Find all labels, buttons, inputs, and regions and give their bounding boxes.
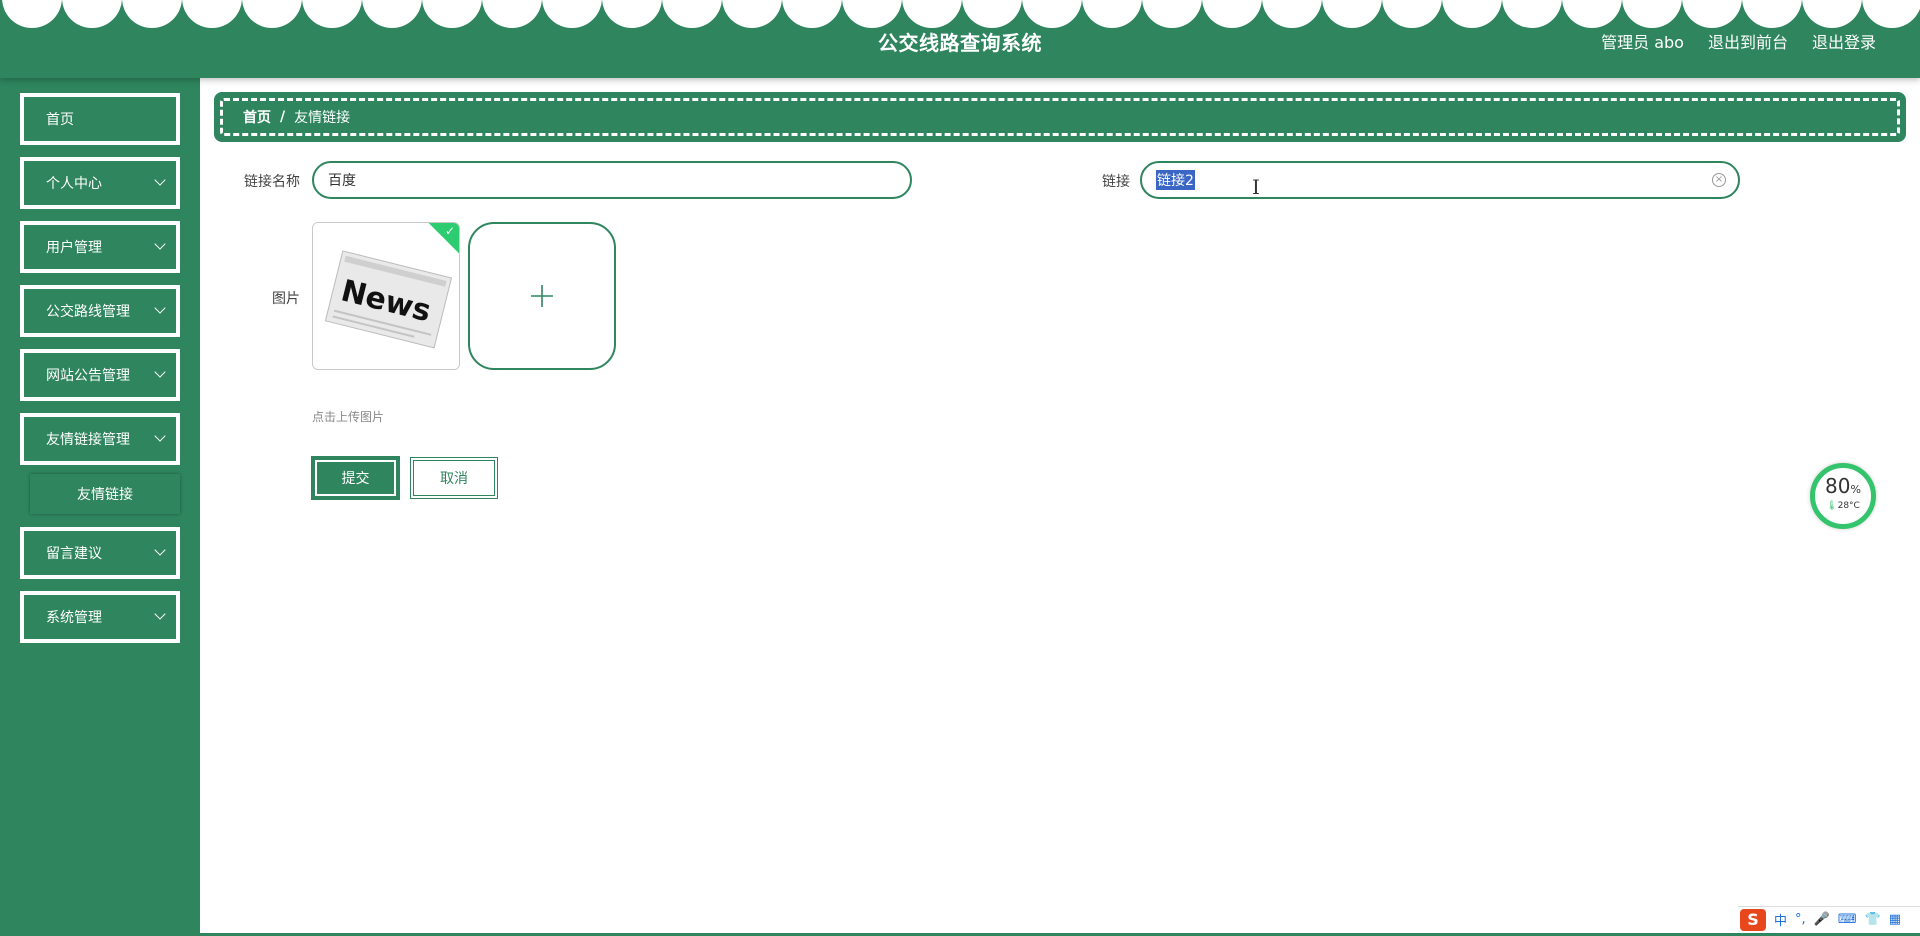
scallop-shape — [1142, 0, 1202, 28]
sidebar-item-announcement-management[interactable]: 网站公告管理 — [20, 349, 180, 401]
scallop-shape — [782, 0, 842, 28]
scallop-shape — [1382, 0, 1442, 28]
microphone-icon[interactable]: 🎤 — [1814, 912, 1830, 927]
scallop-shape — [302, 0, 362, 28]
breadcrumb-separator: / — [280, 109, 286, 125]
chevron-down-icon — [154, 302, 166, 314]
breadcrumb-current: 友情链接 — [294, 110, 351, 126]
scallop-shape — [1022, 0, 1082, 28]
news-image-icon: News — [313, 223, 459, 369]
skin-icon[interactable]: 👕 — [1865, 912, 1881, 927]
sidebar-subitem-friend-link[interactable]: 友情链接 — [30, 474, 180, 514]
scallop-shape — [2, 0, 62, 28]
sidebar-item-label: 友情链接管理 — [46, 432, 130, 448]
link-name-input[interactable]: 百度 — [312, 161, 912, 199]
breadcrumb-inner: 首页 / 友情链接 — [220, 98, 1900, 136]
scallop-shape — [182, 0, 242, 28]
scallop-shape — [1262, 0, 1322, 28]
image-upload-button[interactable] — [468, 222, 616, 370]
scallop-shape — [62, 0, 122, 28]
top-header: 公交线路查询系统 管理员 abo 退出到前台 退出登录 — [0, 0, 1920, 78]
upload-hint: 点击上传图片 — [312, 410, 385, 424]
gauge-percent: 80% — [1825, 474, 1861, 498]
scallop-shape — [962, 0, 1022, 28]
sidebar-item-label: 公交路线管理 — [46, 304, 130, 320]
scallop-shape — [1082, 0, 1142, 28]
plus-icon — [531, 285, 553, 307]
scallop-shape — [602, 0, 662, 28]
chevron-down-icon — [154, 608, 166, 620]
thermometer-icon: 🌡 — [1826, 501, 1838, 511]
admin-user-link[interactable]: 管理员 abo — [1601, 29, 1684, 53]
sidebar-item-user-management[interactable]: 用户管理 — [20, 221, 180, 273]
scallop-shape — [902, 0, 962, 28]
link-name-label: 链接名称 — [244, 174, 300, 190]
sidebar-item-feedback[interactable]: 留言建议 — [20, 527, 180, 579]
scallop-shape — [1322, 0, 1382, 28]
scallop-shape — [1682, 0, 1742, 28]
scallop-shape — [122, 0, 182, 28]
sidebar-item-label: 网站公告管理 — [46, 368, 130, 384]
chevron-down-icon — [154, 544, 166, 556]
logout-link[interactable]: 退出登录 — [1812, 29, 1876, 53]
submit-button[interactable]: 提交 — [312, 457, 399, 499]
clear-icon[interactable]: × — [1712, 173, 1726, 187]
sidebar-item-home[interactable]: 首页 — [20, 93, 180, 145]
exit-to-frontend-link[interactable]: 退出到前台 — [1708, 29, 1788, 53]
scallop-shape — [842, 0, 902, 28]
sidebar: 首页 个人中心 用户管理 公交路线管理 网站公告管理 友情链接管理 友情链接 留… — [0, 78, 200, 936]
scallop-shape — [362, 0, 422, 28]
header-scallop-decoration — [0, 0, 1920, 30]
scallop-shape — [482, 0, 542, 28]
sidebar-item-system-management[interactable]: 系统管理 — [20, 591, 180, 643]
sidebar-item-label: 系统管理 — [46, 610, 102, 626]
performance-gauge-widget[interactable]: 80% 🌡28°C — [1810, 463, 1876, 529]
sidebar-item-label: 首页 — [46, 112, 74, 128]
scallop-shape — [1202, 0, 1262, 28]
sidebar-item-friend-link-management[interactable]: 友情链接管理 — [20, 413, 180, 465]
link-url-input[interactable]: 链接2 × — [1140, 161, 1740, 199]
sidebar-item-label: 留言建议 — [46, 546, 102, 562]
scallop-shape — [1862, 0, 1920, 28]
grid-menu-icon[interactable]: ▦ — [1889, 912, 1901, 927]
scallop-shape — [1802, 0, 1862, 28]
sogou-logo-icon[interactable]: S — [1740, 908, 1766, 931]
sidebar-item-label: 个人中心 — [46, 176, 102, 192]
chevron-down-icon — [154, 174, 166, 186]
scallop-shape — [1562, 0, 1622, 28]
keyboard-icon[interactable]: ⌨ — [1838, 912, 1857, 927]
breadcrumb: 首页 / 友情链接 — [214, 92, 1906, 142]
chevron-down-icon — [154, 430, 166, 442]
scallop-shape — [1622, 0, 1682, 28]
chevron-down-icon — [154, 238, 166, 250]
scallop-shape — [1442, 0, 1502, 28]
scallop-shape — [722, 0, 782, 28]
chevron-down-icon — [154, 366, 166, 378]
scallop-shape — [1742, 0, 1802, 28]
image-label: 图片 — [272, 291, 300, 307]
ime-toolbar: S 中 °, 🎤 ⌨ 👕 ▦ — [1738, 906, 1920, 932]
sidebar-item-personal-center[interactable]: 个人中心 — [20, 157, 180, 209]
gauge-temperature: 🌡28°C — [1826, 501, 1860, 511]
text-cursor-icon: I — [1252, 175, 1260, 199]
uploaded-image-thumbnail[interactable]: News ✓ — [312, 222, 460, 370]
scallop-shape — [422, 0, 482, 28]
sidebar-item-bus-route-management[interactable]: 公交路线管理 — [20, 285, 180, 337]
check-icon: ✓ — [444, 224, 455, 238]
link-name-value: 百度 — [328, 173, 356, 189]
scallop-shape — [1502, 0, 1562, 28]
breadcrumb-home-link[interactable]: 首页 — [243, 107, 271, 127]
scallop-shape — [242, 0, 302, 28]
scallop-shape — [662, 0, 722, 28]
ime-punctuation-icon[interactable]: °, — [1795, 912, 1806, 927]
scallop-shape — [542, 0, 602, 28]
header-links: 管理员 abo 退出到前台 退出登录 — [1601, 29, 1876, 53]
cancel-button[interactable]: 取消 — [410, 457, 498, 499]
ime-chinese-mode[interactable]: 中 — [1774, 910, 1787, 929]
link-url-label: 链接 — [1102, 174, 1130, 190]
sidebar-item-label: 用户管理 — [46, 240, 102, 256]
link-url-value: 链接2 — [1156, 170, 1195, 190]
